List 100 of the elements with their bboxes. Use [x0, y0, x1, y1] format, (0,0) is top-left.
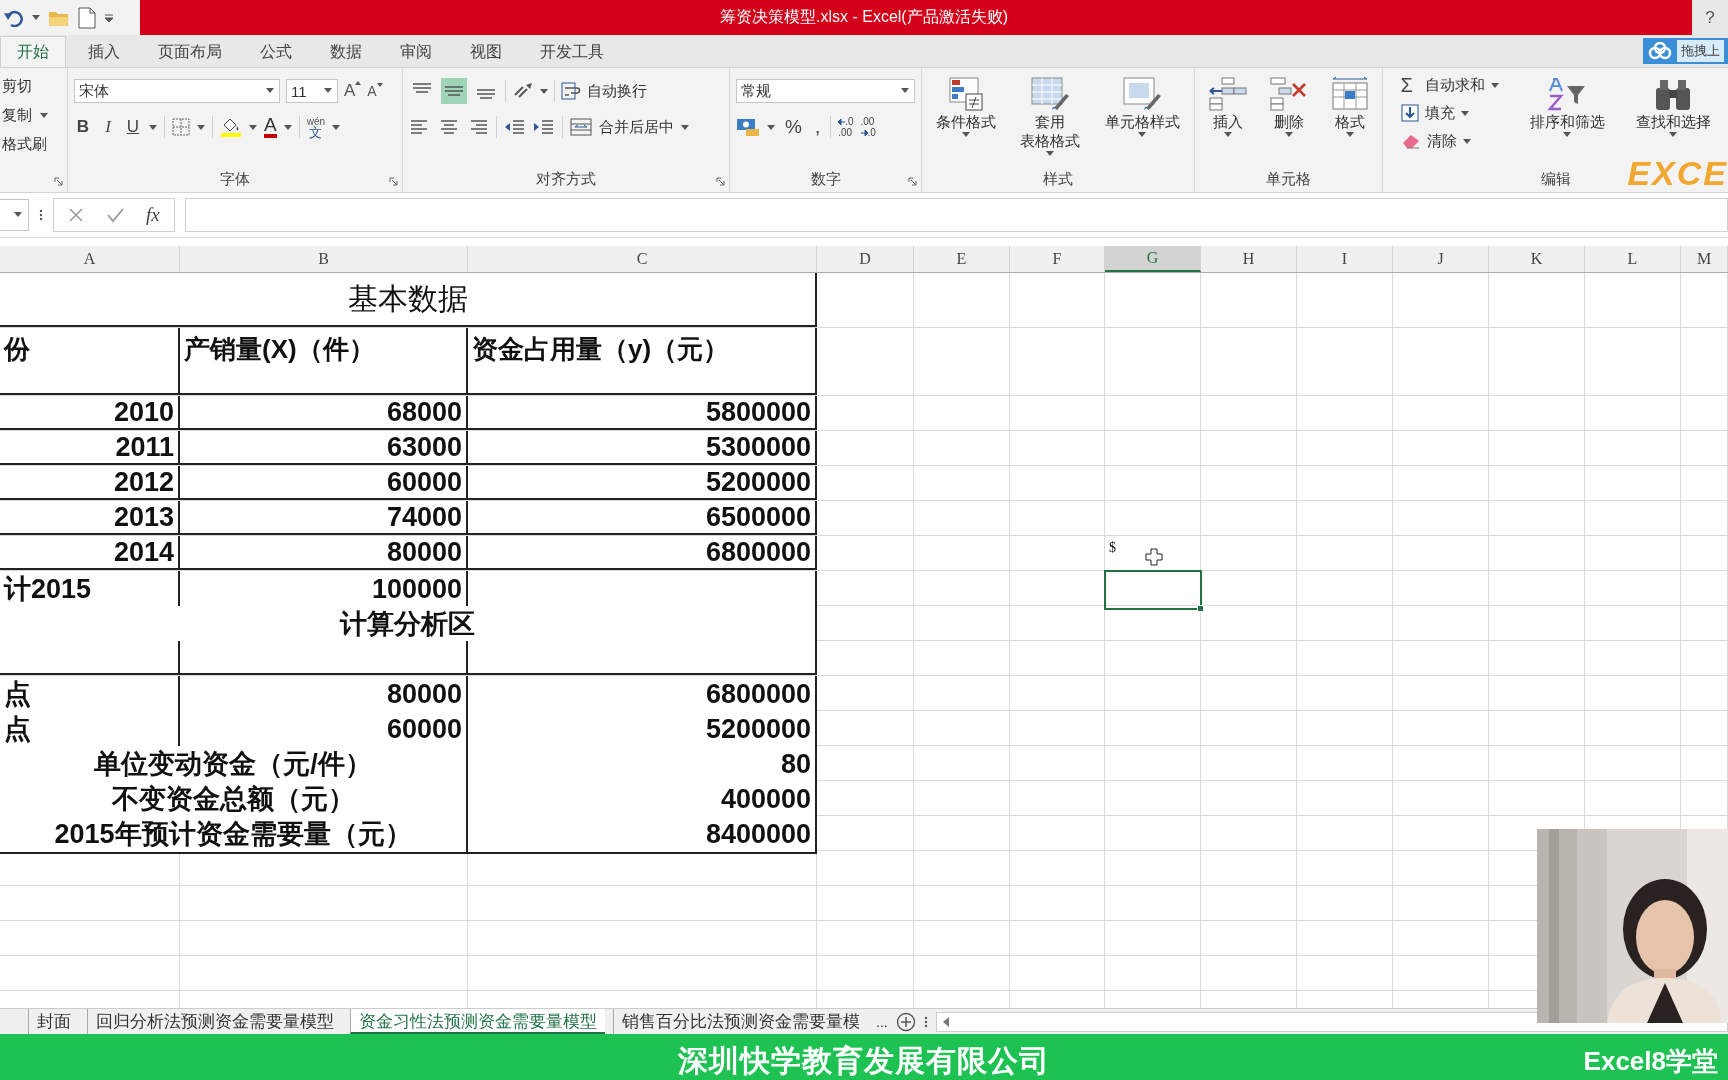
caret-icon[interactable]	[1462, 138, 1471, 144]
dialog-launcher-icon[interactable]	[54, 177, 63, 186]
caret-icon[interactable]	[266, 88, 274, 93]
column-header[interactable]: C	[468, 246, 817, 272]
clipboard-command[interactable]: 复制	[2, 105, 32, 125]
caret-icon[interactable]	[1563, 132, 1571, 137]
number-format-field[interactable]: 常规	[736, 79, 915, 103]
caret-icon[interactable]	[1669, 132, 1677, 137]
caret-icon[interactable]	[901, 88, 909, 93]
fill-button[interactable]: 填充	[1400, 102, 1499, 124]
ribbon-tab[interactable]: 视图	[454, 37, 518, 67]
caret-icon[interactable]	[1223, 132, 1232, 137]
italic-button[interactable]: I	[99, 117, 117, 137]
percent-button[interactable]: %	[782, 116, 805, 138]
caret-icon[interactable]	[324, 88, 332, 93]
undo-icon[interactable]	[4, 8, 24, 27]
selected-cell[interactable]	[1104, 570, 1202, 610]
more-icon[interactable]	[39, 209, 43, 221]
caret-icon[interactable]	[767, 124, 775, 130]
caret-icon[interactable]	[332, 124, 341, 130]
dialog-launcher-icon[interactable]	[908, 177, 917, 186]
ribbon-tab[interactable]: 开始	[0, 36, 66, 67]
currency-icon[interactable]	[736, 117, 760, 137]
column-header[interactable]: B	[180, 246, 468, 272]
caret-icon[interactable]	[962, 132, 971, 137]
grow-font-button[interactable]: A	[344, 81, 362, 101]
style-button[interactable]: 单元格样式	[1104, 72, 1180, 166]
shrink-font-button[interactable]: A	[367, 83, 383, 99]
horizontal-align-icon[interactable]	[438, 117, 460, 137]
clipboard-command[interactable]: 格式刷	[2, 134, 47, 154]
caret-icon[interactable]	[1046, 151, 1055, 156]
fill-color-icon[interactable]	[220, 116, 242, 138]
caret-icon[interactable]	[681, 124, 689, 130]
cells-button[interactable]: 格式	[1329, 72, 1370, 166]
column-header[interactable]: D	[817, 246, 914, 272]
column-header[interactable]: A	[0, 246, 180, 272]
column-header[interactable]: K	[1489, 246, 1585, 272]
column-header[interactable]: M	[1681, 246, 1728, 272]
clipboard-command[interactable]: 剪切	[2, 76, 32, 96]
ribbon-tab[interactable]: 公式	[244, 37, 308, 67]
font-name-field[interactable]: 宋体	[74, 79, 280, 103]
phonetic-button[interactable]: wén 文	[306, 116, 326, 138]
caret-icon[interactable]	[1345, 132, 1354, 137]
border-icon[interactable]	[172, 118, 190, 136]
increase-indent-icon[interactable]	[533, 117, 555, 137]
comma-button[interactable]: ,	[811, 116, 824, 138]
caret-icon[interactable]	[1138, 132, 1147, 137]
add-sheet-icon[interactable]	[895, 1011, 916, 1032]
underline-button[interactable]: U	[124, 117, 142, 137]
font-size-field[interactable]: 11	[286, 79, 338, 103]
style-button[interactable]: 套用 表格格式	[1020, 72, 1081, 166]
help-button[interactable]: ?	[1692, 0, 1728, 35]
caret-icon[interactable]	[32, 15, 40, 20]
column-header[interactable]: G	[1105, 246, 1201, 272]
caret-icon[interactable]	[1490, 82, 1499, 88]
dialog-launcher-icon[interactable]	[389, 177, 398, 186]
cells-button[interactable]: 删除	[1268, 72, 1309, 166]
ribbon-tab[interactable]: 页面布局	[142, 37, 238, 67]
ribbon-tab[interactable]: 插入	[72, 37, 136, 67]
caret-icon[interactable]	[283, 124, 292, 130]
check-icon[interactable]	[106, 207, 124, 223]
column-header[interactable]: E	[914, 246, 1010, 272]
caret-icon[interactable]	[249, 124, 257, 130]
dialog-launcher-icon[interactable]	[716, 177, 725, 186]
ribbon-tab[interactable]: 数据	[314, 37, 378, 67]
formula-input[interactable]	[184, 198, 1728, 232]
column-header[interactable]: L	[1585, 246, 1681, 272]
bold-button[interactable]: B	[74, 117, 92, 137]
caret-icon[interactable]	[197, 124, 205, 130]
insert-function-button[interactable]: fx	[146, 204, 160, 226]
caret-icon[interactable]	[149, 124, 157, 130]
ribbon-tab[interactable]: 审阅	[384, 37, 448, 67]
column-header[interactable]: I	[1297, 246, 1393, 272]
vertical-align-icon[interactable]	[441, 78, 467, 104]
decrease-decimal-button[interactable]: .00 .0	[860, 116, 876, 138]
ribbon-tab[interactable]: 开发工具	[524, 37, 620, 67]
column-header[interactable]: H	[1201, 246, 1297, 272]
more-tabs-label[interactable]: ...	[876, 1013, 888, 1030]
cells-button[interactable]: 插入	[1207, 72, 1248, 166]
new-file-icon[interactable]	[78, 6, 96, 29]
wrap-text-icon[interactable]	[561, 81, 581, 101]
caret-icon[interactable]	[40, 112, 48, 118]
clear-button[interactable]: 清除	[1400, 130, 1499, 152]
cloud-upload-button[interactable]: 拖拽上	[1643, 38, 1728, 64]
sort-filter-button[interactable]: 排序和筛选	[1529, 72, 1605, 166]
merge-center-icon[interactable]	[570, 117, 592, 137]
more-icon[interactable]	[923, 1015, 928, 1028]
font-color-button[interactable]: A	[264, 116, 277, 138]
wrap-text-button[interactable]: 自动换行	[587, 81, 647, 101]
caret-icon[interactable]	[14, 212, 22, 217]
caret-icon[interactable]	[1460, 110, 1469, 116]
style-button[interactable]: 条件格式	[936, 72, 997, 166]
merge-center-button[interactable]: 合并后居中	[599, 117, 674, 137]
caret-icon[interactable]	[1284, 132, 1293, 137]
column-header[interactable]: J	[1393, 246, 1489, 272]
decrease-indent-icon[interactable]	[504, 117, 526, 137]
cancel-icon[interactable]	[68, 207, 84, 223]
increase-decimal-button[interactable]: .0 .00	[838, 116, 854, 138]
autosum-button[interactable]: Σ 自动求和	[1400, 74, 1499, 96]
sheet-tab[interactable]: 资金习性法预测资金需要量模型	[350, 1009, 605, 1034]
